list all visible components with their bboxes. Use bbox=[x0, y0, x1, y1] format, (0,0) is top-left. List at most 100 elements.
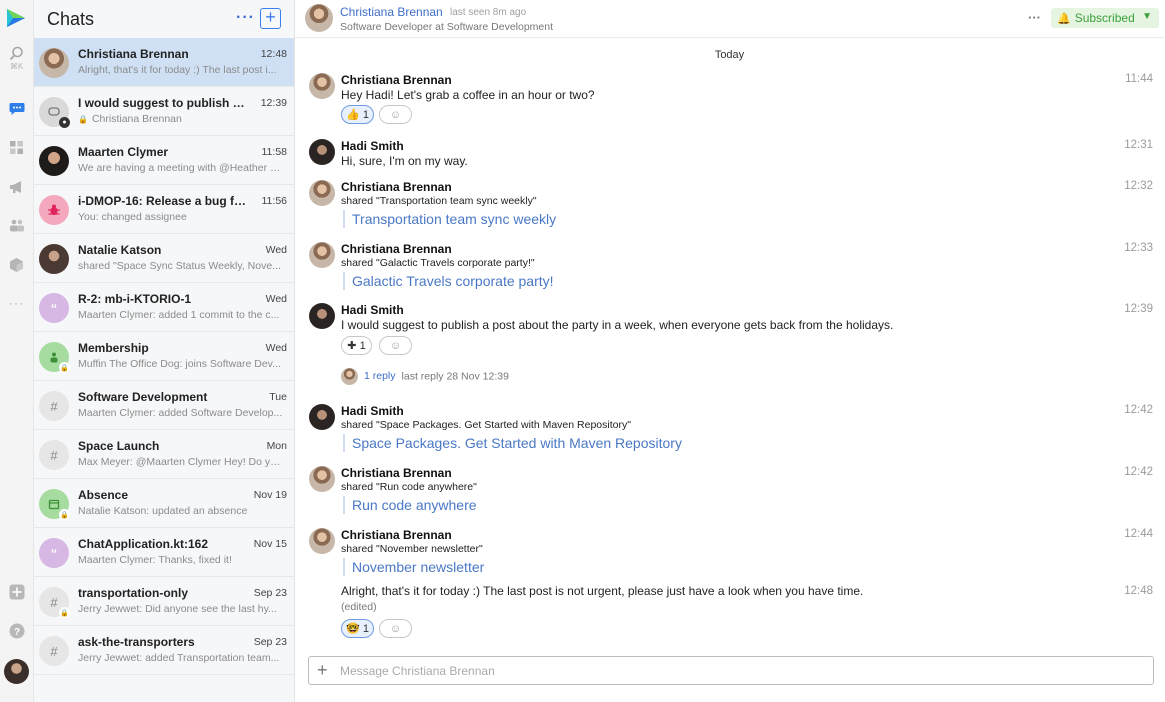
message-author[interactable]: Hadi Smith bbox=[341, 404, 404, 418]
shared-link[interactable]: Galactic Travels corporate party! bbox=[343, 272, 554, 290]
team-nav[interactable] bbox=[0, 218, 33, 232]
chat-item[interactable]: 🔒 Absence Nov 19 Natalie Katson: updated… bbox=[34, 479, 294, 528]
avatar[interactable] bbox=[309, 528, 335, 554]
shared-note: shared "Space Packages. Get Started with… bbox=[341, 419, 631, 431]
bug-icon bbox=[39, 195, 69, 225]
last-seen: last seen 8m ago bbox=[450, 7, 527, 18]
profile-avatar[interactable] bbox=[4, 659, 29, 684]
chat-item-name: i-DMOP-16: Release a bug fix ... bbox=[78, 194, 248, 208]
more-nav[interactable]: ··· bbox=[0, 296, 33, 310]
reply-count[interactable]: 1 reply bbox=[364, 370, 396, 382]
subscribed-button[interactable]: 🔔 Subscribed ▼ bbox=[1051, 8, 1159, 28]
message-time: 12:33 bbox=[1124, 242, 1153, 254]
lock-icon: 🔒 bbox=[59, 362, 70, 373]
avatar[interactable] bbox=[305, 4, 333, 32]
attach-plus-icon[interactable]: + bbox=[317, 660, 328, 681]
chat-item[interactable]: Maarten Clymer 11:58 We are having a mee… bbox=[34, 136, 294, 185]
app-logo[interactable] bbox=[5, 7, 27, 29]
chat-item-preview: Jerry Jewwet: Did anyone see the last hy… bbox=[78, 603, 277, 615]
search-shortcut: ⌘K bbox=[9, 62, 24, 71]
conversation-header: Christiana Brennan last seen 8m ago Soft… bbox=[295, 0, 1164, 38]
chat-item[interactable]: # 🔒 transportation-only Sep 23 Jerry Jew… bbox=[34, 577, 294, 626]
shared-note: shared "Run code anywhere" bbox=[341, 481, 477, 493]
avatar bbox=[39, 244, 69, 274]
search-nav[interactable]: ⌘K bbox=[0, 46, 33, 71]
edited-label: (edited) bbox=[341, 601, 377, 613]
reaction-nerd[interactable]: 🤓 1 bbox=[341, 619, 374, 638]
conversation-more-button[interactable]: ··· bbox=[1028, 10, 1041, 25]
message-author[interactable]: Hadi Smith bbox=[341, 303, 404, 317]
reaction-thumbs-up[interactable]: 👍 1 bbox=[341, 105, 374, 124]
message-author[interactable]: Christiana Brennan bbox=[341, 466, 452, 480]
add-reaction-button[interactable]: ☺ bbox=[379, 336, 412, 355]
chat-list-more-button[interactable]: ··· bbox=[236, 9, 255, 27]
chat-item[interactable]: 🔒 Membership Wed Muffin The Office Dog: … bbox=[34, 332, 294, 381]
avatar[interactable] bbox=[309, 242, 335, 268]
subscribed-label: Subscribed bbox=[1074, 11, 1135, 25]
shared-link[interactable]: Transportation team sync weekly bbox=[343, 210, 556, 228]
avatar[interactable] bbox=[309, 466, 335, 492]
svg-text:?: ? bbox=[13, 627, 19, 638]
chevron-down-icon[interactable]: ▼ bbox=[1142, 11, 1152, 22]
chat-item[interactable]: “ ChatApplication.kt:162 Nov 15 Maarten … bbox=[34, 528, 294, 577]
chat-item-name: Natalie Katson bbox=[78, 243, 162, 257]
chat-item-time: Sep 23 bbox=[253, 587, 287, 599]
chat-item-preview: Alright, that's it for today :) The last… bbox=[78, 64, 277, 76]
chat-item[interactable]: Natalie Katson Wed shared "Space Sync St… bbox=[34, 234, 294, 283]
packages-nav[interactable] bbox=[0, 257, 33, 273]
chat-item[interactable]: # ask-the-transporters Sep 23 Jerry Jeww… bbox=[34, 626, 294, 675]
chat-item[interactable]: # Software Development Tue Maarten Clyme… bbox=[34, 381, 294, 430]
avatar[interactable] bbox=[309, 303, 335, 329]
contact-name[interactable]: Christiana Brennan bbox=[340, 5, 443, 19]
apps-icon bbox=[10, 141, 23, 154]
chat-item-time: 12:39 bbox=[260, 97, 287, 109]
add-nav[interactable] bbox=[0, 584, 33, 600]
chats-nav[interactable] bbox=[0, 102, 33, 116]
chat-item-preview: You: changed assignee bbox=[78, 211, 187, 223]
chat-item-preview: shared "Space Sync Status Weekly, Nove..… bbox=[78, 260, 281, 272]
chat-item[interactable]: Christiana Brennan 12:48 Alright, that's… bbox=[34, 38, 294, 87]
more-icon: ··· bbox=[9, 296, 24, 310]
chat-item-name: Space Launch bbox=[78, 439, 160, 453]
message-author[interactable]: Christiana Brennan bbox=[341, 242, 452, 256]
message-author[interactable]: Christiana Brennan bbox=[341, 528, 452, 542]
avatar[interactable] bbox=[309, 180, 335, 206]
chat-item-name: ChatApplication.kt:162 bbox=[78, 537, 209, 551]
message-composer: + bbox=[308, 656, 1154, 685]
message-text: Hey Hadi! Let's grab a coffee in an hour… bbox=[341, 88, 595, 102]
apps-nav[interactable] bbox=[0, 140, 33, 155]
chat-item-preview: Maarten Clymer: added Software Develop..… bbox=[78, 407, 283, 419]
chat-item[interactable]: # Space Launch Mon Max Meyer: @Maarten C… bbox=[34, 430, 294, 479]
message-author[interactable]: Christiana Brennan bbox=[341, 73, 452, 87]
message-text: Alright, that's it for today :) The last… bbox=[341, 584, 864, 598]
megaphone-icon bbox=[9, 181, 21, 193]
avatar[interactable] bbox=[309, 73, 335, 99]
chat-item-time: Tue bbox=[269, 391, 287, 403]
lock-icon: 🔒 bbox=[59, 509, 70, 520]
reaction-plus-one[interactable]: ✚ 1 bbox=[341, 336, 372, 355]
blog-nav[interactable] bbox=[0, 180, 33, 194]
thread-summary[interactable]: 1 reply last reply 28 Nov 12:39 bbox=[341, 368, 509, 385]
message-input[interactable] bbox=[340, 661, 1130, 680]
chat-item-name: Software Development bbox=[78, 390, 208, 404]
help-nav[interactable]: ? bbox=[0, 623, 33, 639]
message-author[interactable]: Christiana Brennan bbox=[341, 180, 452, 194]
add-reaction-button[interactable]: ☺ bbox=[379, 619, 412, 638]
add-icon bbox=[9, 584, 24, 600]
chat-item[interactable]: ● I would suggest to publish a p... 12:3… bbox=[34, 87, 294, 136]
add-reaction-button[interactable]: ☺ bbox=[379, 105, 412, 124]
conversation-panel: Christiana Brennan last seen 8m ago Soft… bbox=[295, 0, 1164, 702]
shared-note: shared "November newsletter" bbox=[341, 543, 483, 555]
shared-link[interactable]: November newsletter bbox=[343, 558, 484, 576]
shared-link[interactable]: Space Packages. Get Started with Maven R… bbox=[343, 434, 682, 452]
chat-item[interactable]: “ R-2: mb-i-KTORIO-1 Wed Maarten Clymer:… bbox=[34, 283, 294, 332]
lock-icon: 🔒 bbox=[59, 607, 70, 618]
message-author[interactable]: Hadi Smith bbox=[341, 139, 404, 153]
chat-item[interactable]: i-DMOP-16: Release a bug fix ... 11:56 Y… bbox=[34, 185, 294, 234]
avatar[interactable] bbox=[309, 139, 335, 165]
avatar[interactable] bbox=[309, 404, 335, 430]
shared-link[interactable]: Run code anywhere bbox=[343, 496, 477, 514]
hash-icon: # bbox=[39, 636, 69, 666]
new-chat-button[interactable]: + bbox=[260, 8, 281, 29]
avatar bbox=[39, 48, 69, 78]
